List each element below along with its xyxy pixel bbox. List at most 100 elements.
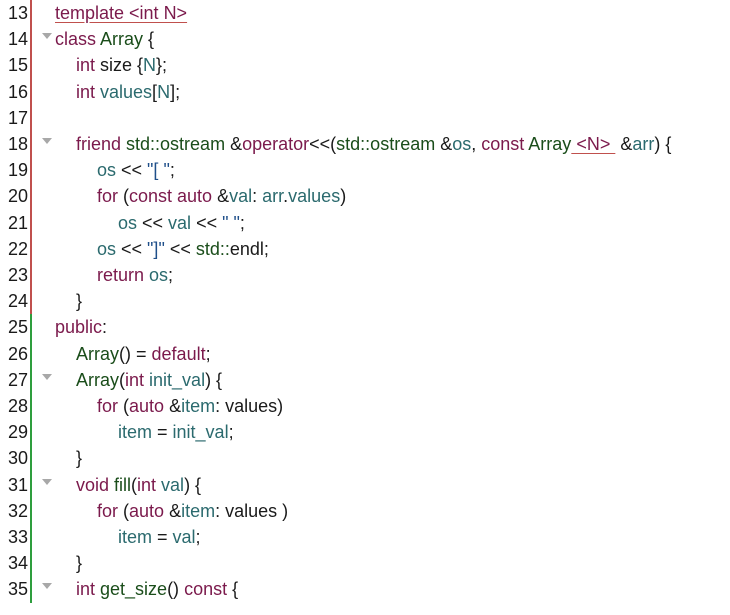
code-token: operator: [242, 134, 310, 154]
code-line[interactable]: 16 int values[N];: [0, 79, 730, 105]
line-number: 16: [7, 81, 28, 102]
code-token: val: [168, 212, 197, 233]
code-token: ) {: [205, 369, 223, 390]
code-text: int size {N};: [76, 52, 167, 78]
code-line[interactable]: 17: [0, 105, 730, 131]
code-token: for: [97, 500, 124, 521]
code-token: };: [156, 55, 168, 76]
code-line[interactable]: 27 Array(int init_val) {: [0, 367, 730, 393]
code-line[interactable]: 14 class Array {: [0, 26, 730, 52]
code-token: const: [184, 579, 228, 600]
code-token: }: [76, 291, 83, 312]
code-text: }: [76, 288, 82, 314]
code-token: const: [481, 134, 529, 154]
code-token: =: [157, 527, 173, 547]
code-text: }: [76, 445, 82, 471]
code-line[interactable]: 32 for (auto &item: values ): [0, 498, 730, 524]
code-text: template <int N>: [55, 0, 187, 26]
code-token: item: [118, 527, 158, 547]
code-token: os: [97, 238, 122, 259]
line-number: 27: [7, 369, 28, 390]
code-token: int: [76, 55, 101, 76]
code-token: &: [169, 500, 182, 521]
code-token: os: [452, 134, 472, 154]
code-token: :: [102, 317, 108, 338]
code-token: val: [229, 186, 253, 207]
code-editor[interactable]: 13 template <int N> 14 class Array { 15 int s…: [0, 0, 730, 615]
code-token: auto: [129, 500, 170, 521]
code-line[interactable]: 26 Array() = default;: [0, 341, 730, 367]
line-number: 22: [7, 238, 28, 259]
line-number: 14: [7, 29, 28, 50]
code-line[interactable]: 19 os << "[ ";: [0, 157, 730, 183]
code-line[interactable]: 23 return os;: [0, 262, 730, 288]
line-number: 31: [7, 474, 28, 495]
code-token: return: [97, 265, 150, 285]
code-token: &: [217, 186, 230, 207]
code-token: public: [55, 317, 103, 338]
code-line[interactable]: 15 int size {N};: [0, 52, 730, 78]
code-line[interactable]: 34}: [0, 550, 730, 576]
code-token: val: [161, 474, 185, 495]
code-line[interactable]: 28 for (auto &item: values): [0, 393, 730, 419]
code-token: values: [288, 186, 341, 207]
code-token: arr: [262, 186, 284, 207]
code-token: for: [97, 186, 124, 207]
triangle-down-icon[interactable]: [42, 583, 52, 590]
line-number: 20: [7, 186, 28, 207]
code-token: =: [157, 422, 173, 443]
code-token: os: [149, 265, 169, 285]
code-token: const auto: [129, 186, 218, 207]
triangle-down-icon[interactable]: [42, 478, 52, 485]
code-token: int: [76, 579, 101, 600]
code-token: auto: [129, 396, 170, 416]
line-number: 15: [7, 55, 28, 76]
triangle-down-icon[interactable]: [42, 33, 52, 40]
line-number: 34: [7, 553, 28, 574]
code-token: item: [181, 396, 216, 416]
line-number: 33: [7, 527, 28, 547]
code-token: friend: [76, 134, 127, 154]
code-line[interactable]: 20 for (const auto &val: arr.values): [0, 183, 730, 209]
code-token: {: [143, 29, 155, 50]
code-line[interactable]: 24}: [0, 288, 730, 314]
code-token: int: [76, 81, 101, 102]
code-token: template <int N>: [55, 3, 188, 23]
triangle-down-icon[interactable]: [42, 373, 52, 380]
code-token: values: [100, 81, 153, 102]
code-text: class Array {: [55, 26, 154, 52]
code-text: item = init_val;: [118, 419, 234, 445]
code-line[interactable]: 22 os << "]" << std::endl;: [0, 236, 730, 262]
code-line[interactable]: 33 item = val;: [0, 524, 730, 550]
code-token: ) {: [184, 474, 202, 495]
line-number: 32: [7, 500, 28, 521]
code-line[interactable]: 13 template <int N>: [0, 0, 730, 26]
code-token: default: [151, 343, 206, 364]
code-line[interactable]: 18 friend std::ostream &operator<<(std::o…: [0, 131, 730, 157]
code-token: <N>: [571, 134, 616, 154]
code-token: &: [230, 134, 243, 154]
code-token: init_val: [149, 369, 206, 390]
code-line[interactable]: 21 os << val << " ";: [0, 210, 730, 236]
code-line[interactable]: 30}: [0, 445, 730, 471]
code-line[interactable]: 35 int get_size() const {: [0, 576, 730, 602]
code-token: (): [167, 579, 185, 600]
code-token: int: [137, 474, 162, 495]
triangle-down-icon[interactable]: [42, 138, 52, 144]
code-token: item: [118, 422, 158, 443]
code-token: ) {: [654, 134, 672, 154]
code-token: Array: [528, 134, 572, 154]
code-line[interactable]: 29 item = init_val;: [0, 419, 730, 445]
code-token: <<: [121, 160, 148, 181]
code-token: ): [340, 186, 347, 207]
code-token: &: [440, 134, 453, 154]
code-token: <<: [121, 238, 148, 259]
line-number: 25: [7, 317, 28, 338]
code-token: os: [118, 212, 143, 233]
code-token: for: [97, 396, 124, 416]
code-token: :: [252, 186, 263, 207]
code-line[interactable]: 31 void fill(int val) {: [0, 472, 730, 498]
code-token: }: [76, 448, 83, 469]
line-number: 28: [7, 396, 28, 416]
code-line[interactable]: 25 public:: [0, 314, 730, 340]
